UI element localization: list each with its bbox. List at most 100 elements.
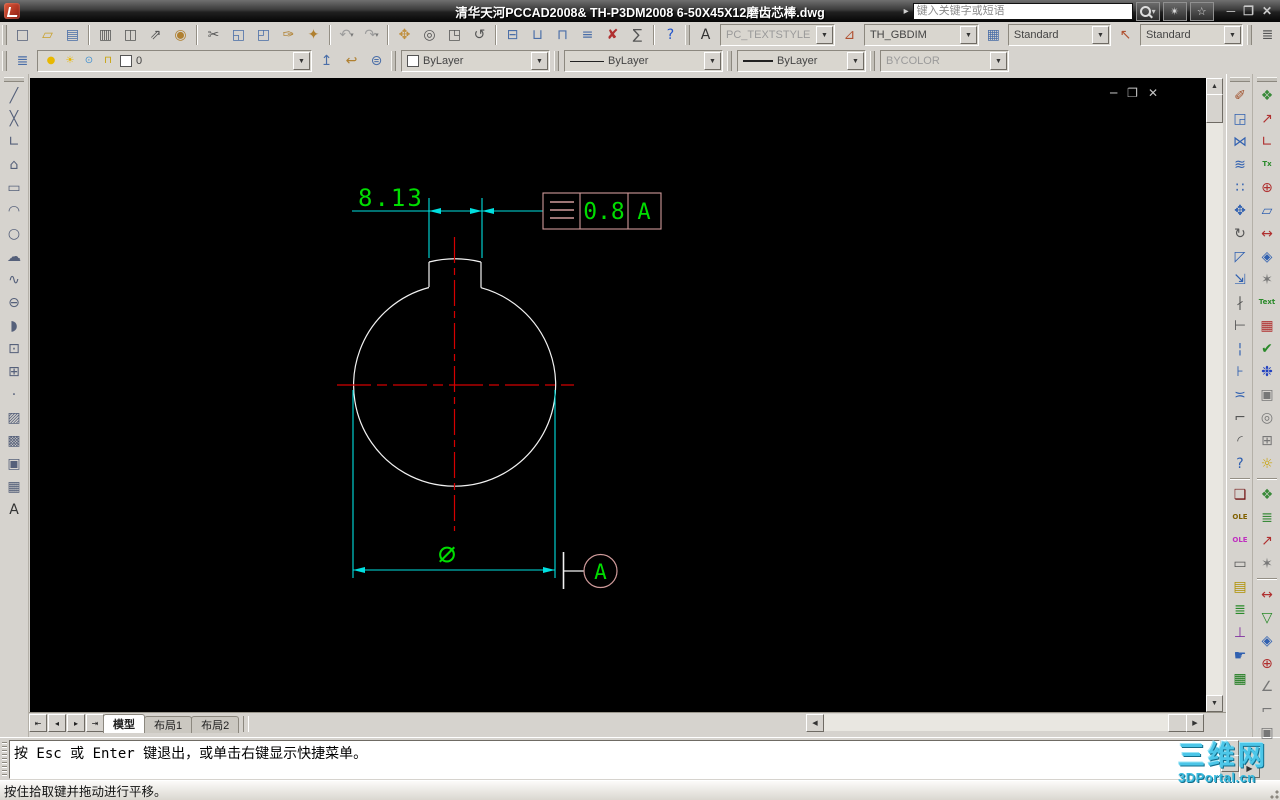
v-scroll-thumb[interactable]: [1206, 94, 1223, 123]
toolbar-grip[interactable]: [1230, 77, 1250, 82]
move-button[interactable]: ✥: [1227, 199, 1253, 222]
zoom-realtime-button[interactable]: ◎: [417, 23, 442, 47]
insert-block-button[interactable]: ⊡: [1, 337, 27, 360]
fillet-button[interactable]: ◜: [1227, 429, 1253, 452]
dim-style-dropdown-icon[interactable]: ▼: [959, 26, 977, 44]
polyline-button[interactable]: ∟: [1, 130, 27, 153]
paint-splash-button[interactable]: ❉: [1254, 360, 1280, 383]
join-button[interactable]: ≍: [1227, 383, 1253, 406]
command-line[interactable]: 按 Esc 或 Enter 键退出，或单击右键显示快捷菜单。: [9, 740, 1220, 779]
quick-calc-button[interactable]: ∑: [625, 23, 650, 47]
design-center-button[interactable]: ⊔: [525, 23, 550, 47]
symmetry-dim-button[interactable]: ⊕: [1254, 176, 1280, 199]
copy-object-button[interactable]: ◲: [1227, 107, 1253, 130]
ole-object-button[interactable]: ❏: [1227, 483, 1253, 506]
mleader-style-button[interactable]: ↖: [1113, 23, 1138, 47]
doc-minimize-button[interactable]: ─: [1110, 86, 1117, 100]
mleader-style-dropdown-icon[interactable]: ▼: [1224, 26, 1241, 44]
polygon-button[interactable]: ⌂: [1, 153, 27, 176]
tab-last-button[interactable]: ⇥: [86, 714, 104, 732]
point-button[interactable]: ·: [1, 383, 27, 406]
tab-first-button[interactable]: ⇤: [29, 714, 47, 732]
redo-dropdown-icon[interactable]: ▾: [375, 31, 379, 39]
command-window-grip[interactable]: [2, 742, 7, 777]
toolbar-grip[interactable]: [727, 51, 732, 71]
tip-bulb-button[interactable]: ☼: [1254, 452, 1280, 475]
scroll-right-button[interactable]: ▶: [1186, 714, 1204, 732]
pan-realtime-button[interactable]: ✥: [392, 23, 417, 47]
layer-freeze-button[interactable]: ☀: [62, 52, 78, 70]
toolbar-grip[interactable]: [1247, 25, 1252, 45]
dim-arrow-button[interactable]: ↔: [1254, 583, 1280, 606]
toolbar-grip[interactable]: [2, 51, 7, 71]
cut-button[interactable]: ✂: [201, 23, 226, 47]
tab-layout1[interactable]: 布局1: [144, 716, 193, 733]
surface-finish-button[interactable]: ▽: [1254, 606, 1280, 629]
flow-tree-button[interactable]: ⊥: [1227, 621, 1253, 644]
text-style-combo[interactable]: PC_TEXTSTYLE ▼: [720, 24, 835, 46]
close-button[interactable]: ✕: [1262, 1, 1272, 21]
bom-node-button[interactable]: ≣: [1227, 598, 1253, 621]
plot-orb-button[interactable]: ◉: [168, 23, 193, 47]
mleader-style-combo[interactable]: Standard ▼: [1139, 24, 1243, 46]
break-at-point-button[interactable]: ⊦: [1227, 360, 1253, 383]
coordinate-dim-button[interactable]: ∟: [1254, 130, 1280, 153]
lineweight-dropdown-icon[interactable]: ▼: [847, 52, 864, 70]
construction-line-button[interactable]: ╳: [1, 107, 27, 130]
region-button[interactable]: ▣: [1, 452, 27, 475]
image-frame-button[interactable]: ▣: [1254, 383, 1280, 406]
edit-check-button[interactable]: ✔: [1254, 337, 1280, 360]
zoom-previous-button[interactable]: ↺: [467, 23, 492, 47]
tab-next-button[interactable]: ▸: [67, 714, 85, 732]
search-input[interactable]: [912, 2, 1133, 20]
revision-cloud-button[interactable]: ☁: [1, 245, 27, 268]
text-style-button[interactable]: A: [693, 23, 718, 47]
toolbar-grip[interactable]: [2, 25, 7, 45]
callout-button[interactable]: ☛: [1227, 644, 1253, 667]
table-style-dropdown-icon[interactable]: ▼: [1091, 26, 1109, 44]
favorites-button[interactable]: ☆: [1189, 1, 1214, 21]
vertical-scrollbar[interactable]: ▲ ▼: [1206, 78, 1223, 712]
new-frame-2-button[interactable]: ❖: [1254, 483, 1280, 506]
circle-button[interactable]: ○: [1, 222, 27, 245]
tolerance-frame-button[interactable]: ◈: [1254, 245, 1280, 268]
clipped-toolbar-button[interactable]: ≣: [1255, 23, 1280, 47]
new-drawing-button[interactable]: □: [10, 23, 35, 47]
markup-set-manager-button[interactable]: ✘: [600, 23, 625, 47]
communication-center-button[interactable]: ✴: [1162, 1, 1187, 21]
table-style-combo[interactable]: Standard ▼: [1007, 24, 1111, 46]
trim-button[interactable]: ∤: [1227, 291, 1253, 314]
redo-button[interactable]: ↷ ▾: [359, 23, 384, 47]
ole-dwg-button[interactable]: OLE: [1227, 506, 1253, 529]
layer-states-manager-button[interactable]: ⊜: [364, 49, 389, 73]
rotate-frame-button[interactable]: ▱: [1254, 199, 1280, 222]
copy-clip-button[interactable]: ◱: [226, 23, 251, 47]
table-button[interactable]: ▦: [1, 475, 27, 498]
scroll-up-button[interactable]: ▲: [1206, 78, 1223, 95]
dim-style-combo[interactable]: TH_GBDIM ▼: [863, 24, 979, 46]
table-style-button[interactable]: ▦: [981, 23, 1006, 47]
plot-style-combo[interactable]: BYCOLOR ▼: [880, 50, 1009, 72]
text-wave-button[interactable]: Tx: [1254, 153, 1280, 176]
search-dropdown-icon[interactable]: ▾: [1152, 7, 1156, 16]
linetype-dropdown-icon[interactable]: ▼: [704, 52, 721, 70]
doc-restore-button[interactable]: ❐: [1127, 86, 1138, 100]
toolbar-grip[interactable]: [4, 77, 24, 82]
tab-scroll-splitter[interactable]: [243, 716, 250, 732]
lineweight-combo[interactable]: ByLayer ▼: [737, 50, 866, 72]
sheet-add-button[interactable]: ⊞: [1254, 429, 1280, 452]
undo-button[interactable]: ↶ ▾: [334, 23, 359, 47]
gradient-button[interactable]: ▩: [1, 429, 27, 452]
print-preview-button[interactable]: ◫: [118, 23, 143, 47]
undo-dropdown-icon[interactable]: ▾: [350, 31, 354, 39]
make-object-layer-current-button[interactable]: ↥: [314, 49, 339, 73]
title-table-button[interactable]: ▦: [1254, 314, 1280, 337]
ellipse-arc-button[interactable]: ◗: [1, 314, 27, 337]
hatch-button[interactable]: ▨: [1, 406, 27, 429]
save-drawing-button[interactable]: ▤: [60, 23, 85, 47]
drawing-canvas[interactable]: ─ ❐ ✕ 8.13 0.8 A ∅ A: [30, 78, 1206, 712]
text-style-dropdown-icon[interactable]: ▼: [815, 26, 833, 44]
color-dropdown-icon[interactable]: ▼: [531, 52, 548, 70]
command-scroll-right-button[interactable]: ▶: [1239, 758, 1260, 778]
tab-prev-button[interactable]: ◂: [48, 714, 66, 732]
